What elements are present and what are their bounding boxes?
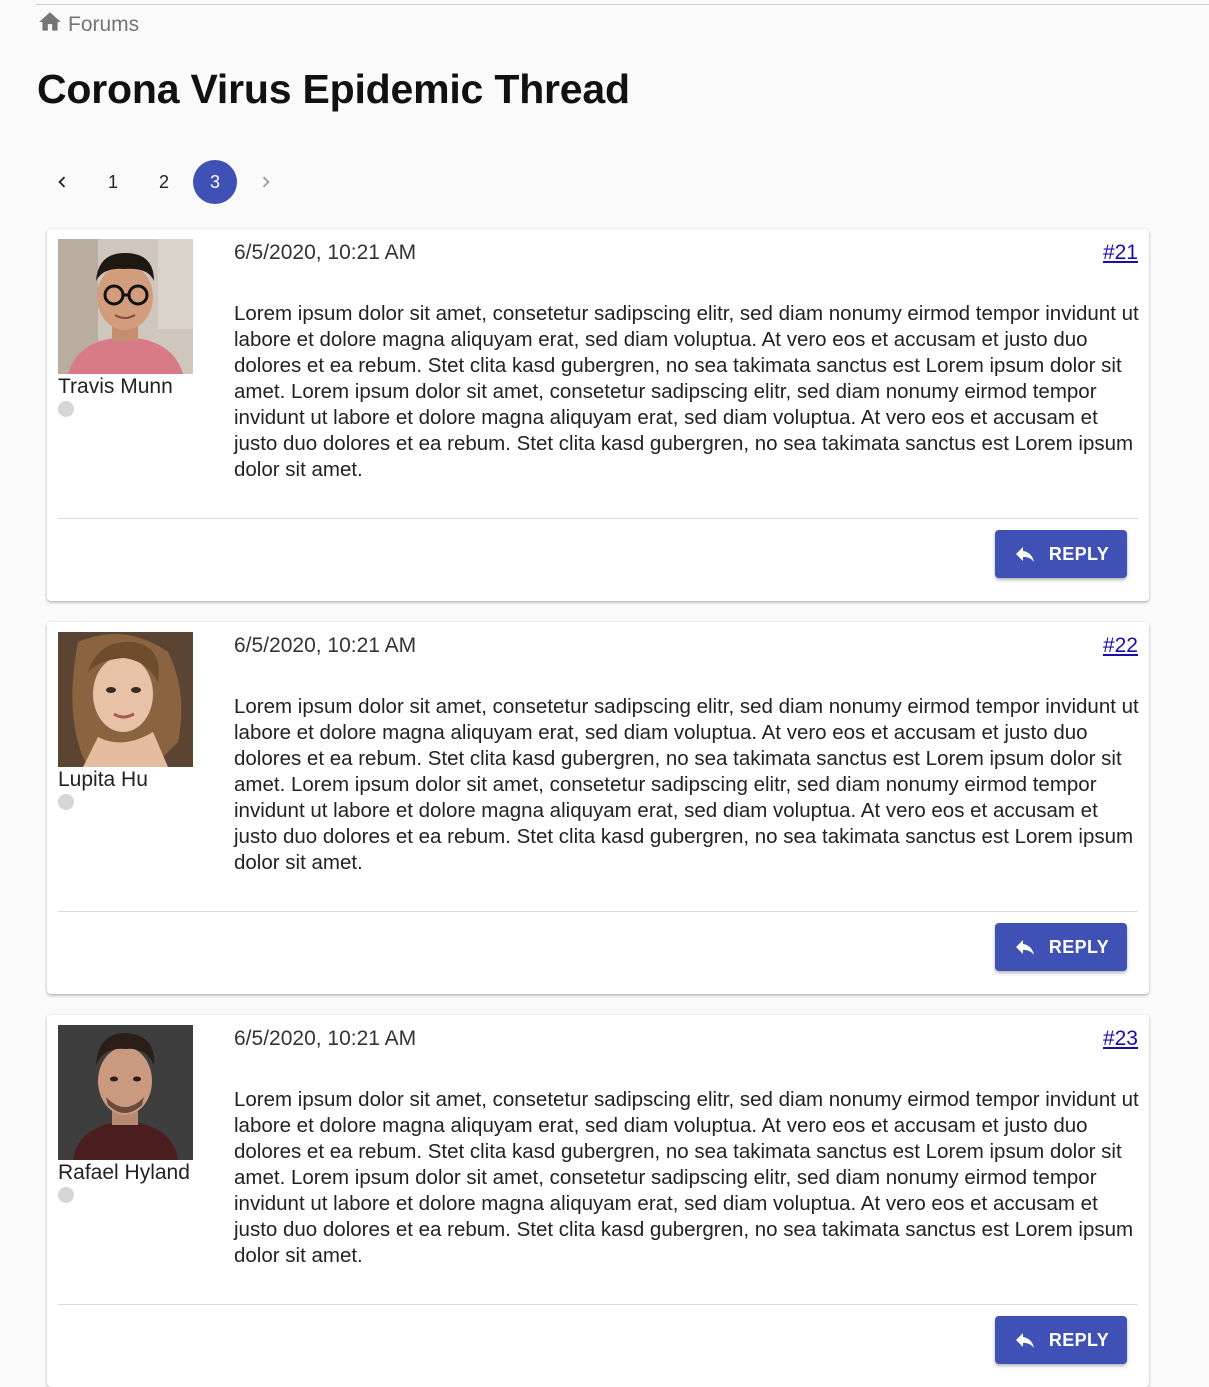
breadcrumb-forums-link[interactable]: Forums — [68, 13, 139, 37]
post-permalink[interactable]: #22 — [1103, 634, 1138, 658]
post-card: Travis Munn 6/5/2020, 10:21 AM #21 Lorem… — [47, 229, 1149, 601]
avatar — [58, 239, 193, 374]
page-button-1[interactable]: 1 — [91, 160, 135, 204]
reply-label: REPLY — [1048, 543, 1110, 564]
page-button-3-current[interactable]: 3 — [193, 160, 237, 204]
post-date: 6/5/2020, 10:21 AM — [234, 634, 417, 657]
avatar — [58, 632, 193, 767]
author-name[interactable]: Travis Munn — [58, 375, 173, 399]
home-icon — [37, 9, 68, 41]
post-divider — [58, 1304, 1138, 1305]
post-divider — [58, 911, 1138, 912]
reply-icon — [1015, 1333, 1034, 1348]
post-card: Lupita Hu 6/5/2020, 10:21 AM #22 Lorem i… — [47, 622, 1149, 994]
reply-icon — [1015, 547, 1034, 562]
reply-button[interactable]: REPLY — [995, 923, 1127, 971]
post-permalink[interactable]: #23 — [1103, 1027, 1138, 1051]
online-status-indicator — [58, 1187, 74, 1203]
author-name[interactable]: Rafael Hyland — [58, 1161, 190, 1185]
online-status-indicator — [58, 401, 74, 417]
chevron-right-icon — [262, 176, 270, 188]
post-body: Lorem ipsum dolor sit amet, consetetur s… — [234, 1088, 1139, 1267]
reply-button[interactable]: REPLY — [995, 530, 1127, 578]
post-body: Lorem ipsum dolor sit amet, consetetur s… — [234, 695, 1139, 874]
post-divider — [58, 518, 1138, 519]
post-card: Rafael Hyland 6/5/2020, 10:21 AM #23 Lor… — [47, 1015, 1149, 1387]
avatar — [58, 1025, 193, 1160]
page-button-2[interactable]: 2 — [142, 160, 186, 204]
post-body: Lorem ipsum dolor sit amet, consetetur s… — [234, 302, 1139, 481]
post-permalink[interactable]: #21 — [1103, 241, 1138, 265]
pagination: 1 2 3 — [40, 160, 295, 204]
post-date: 6/5/2020, 10:21 AM — [234, 1027, 417, 1050]
breadcrumb[interactable]: Forums — [37, 9, 139, 41]
next-page-button[interactable] — [244, 160, 288, 204]
reply-label: REPLY — [1048, 936, 1110, 957]
post-date: 6/5/2020, 10:21 AM — [234, 241, 417, 264]
author-name[interactable]: Lupita Hu — [58, 768, 148, 792]
page-title: Corona Virus Epidemic Thread — [37, 66, 630, 112]
reply-label: REPLY — [1048, 1329, 1110, 1350]
previous-page-button[interactable] — [40, 160, 84, 204]
chevron-left-icon — [58, 176, 66, 188]
online-status-indicator — [58, 794, 74, 810]
top-divider — [36, 4, 1209, 5]
reply-button[interactable]: REPLY — [995, 1316, 1127, 1364]
reply-icon — [1015, 940, 1034, 955]
